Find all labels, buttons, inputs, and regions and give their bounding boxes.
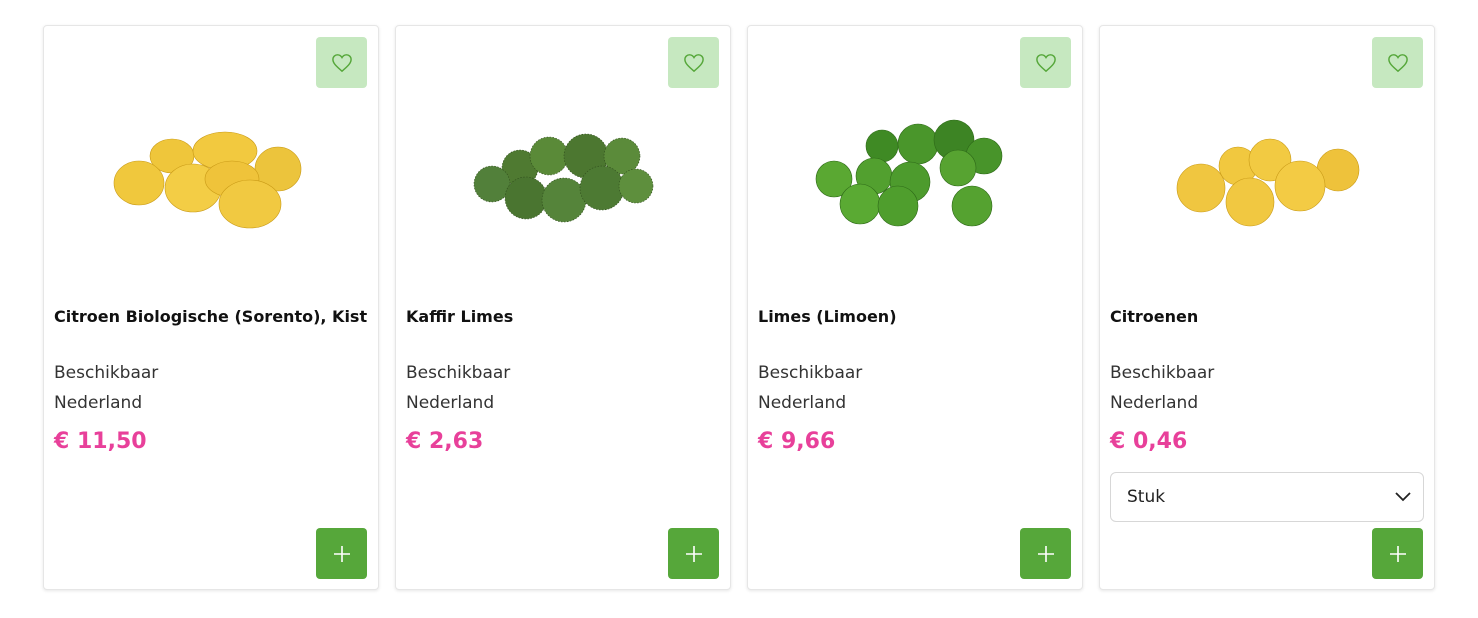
limes-image — [815, 119, 1003, 227]
product-title[interactable]: Citroen Biologische (Sorento), Kist — [54, 307, 368, 326]
lemons-image — [1176, 138, 1360, 227]
product-image[interactable] — [798, 106, 1034, 256]
availability-text: Beschikbaar — [406, 363, 511, 383]
heart-icon — [1387, 53, 1408, 72]
price: € 11,50 — [54, 429, 147, 454]
origin-text: Nederland — [406, 393, 495, 413]
price: € 0,46 — [1110, 429, 1188, 454]
price: € 9,66 — [758, 429, 836, 454]
origin-text: Nederland — [758, 393, 847, 413]
heart-icon — [331, 53, 352, 72]
chevron-down-icon — [1395, 492, 1411, 502]
product-title[interactable]: Kaffir Limes — [406, 307, 720, 326]
plus-icon — [685, 545, 702, 562]
origin-text: Nederland — [54, 393, 143, 413]
add-to-cart-button[interactable] — [1020, 528, 1071, 579]
kaffir-limes-image — [473, 133, 654, 223]
favorite-button[interactable] — [316, 37, 367, 88]
availability-text: Beschikbaar — [758, 363, 863, 383]
plus-icon — [333, 545, 350, 562]
plus-icon — [1037, 545, 1054, 562]
availability-text: Beschikbaar — [1110, 363, 1215, 383]
product-grid: Citroen Biologische (Sorento), Kist Besc… — [0, 0, 1478, 618]
product-image[interactable] — [446, 106, 682, 256]
unit-select-value: Stuk — [1127, 487, 1166, 507]
add-to-cart-button[interactable] — [668, 528, 719, 579]
product-card[interactable]: Kaffir Limes Beschikbaar Nederland € 2,6… — [395, 25, 731, 590]
lemons-image — [113, 131, 302, 229]
favorite-button[interactable] — [668, 37, 719, 88]
heart-icon — [683, 53, 704, 72]
product-card[interactable]: Limes (Limoen) Beschikbaar Nederland € 9… — [747, 25, 1083, 590]
price: € 2,63 — [406, 429, 484, 454]
favorite-button[interactable] — [1020, 37, 1071, 88]
unit-select[interactable]: Stuk — [1110, 472, 1424, 522]
product-image[interactable] — [1150, 106, 1386, 256]
favorite-button[interactable] — [1372, 37, 1423, 88]
add-to-cart-button[interactable] — [316, 528, 367, 579]
product-image[interactable] — [94, 106, 330, 256]
availability-text: Beschikbaar — [54, 363, 159, 383]
product-card[interactable]: Citroenen Beschikbaar Nederland € 0,46 S… — [1099, 25, 1435, 590]
heart-icon — [1035, 53, 1056, 72]
product-title[interactable]: Citroenen — [1110, 307, 1424, 326]
add-to-cart-button[interactable] — [1372, 528, 1423, 579]
product-card[interactable]: Citroen Biologische (Sorento), Kist Besc… — [43, 25, 379, 590]
product-title[interactable]: Limes (Limoen) — [758, 307, 1072, 326]
plus-icon — [1389, 545, 1406, 562]
origin-text: Nederland — [1110, 393, 1199, 413]
